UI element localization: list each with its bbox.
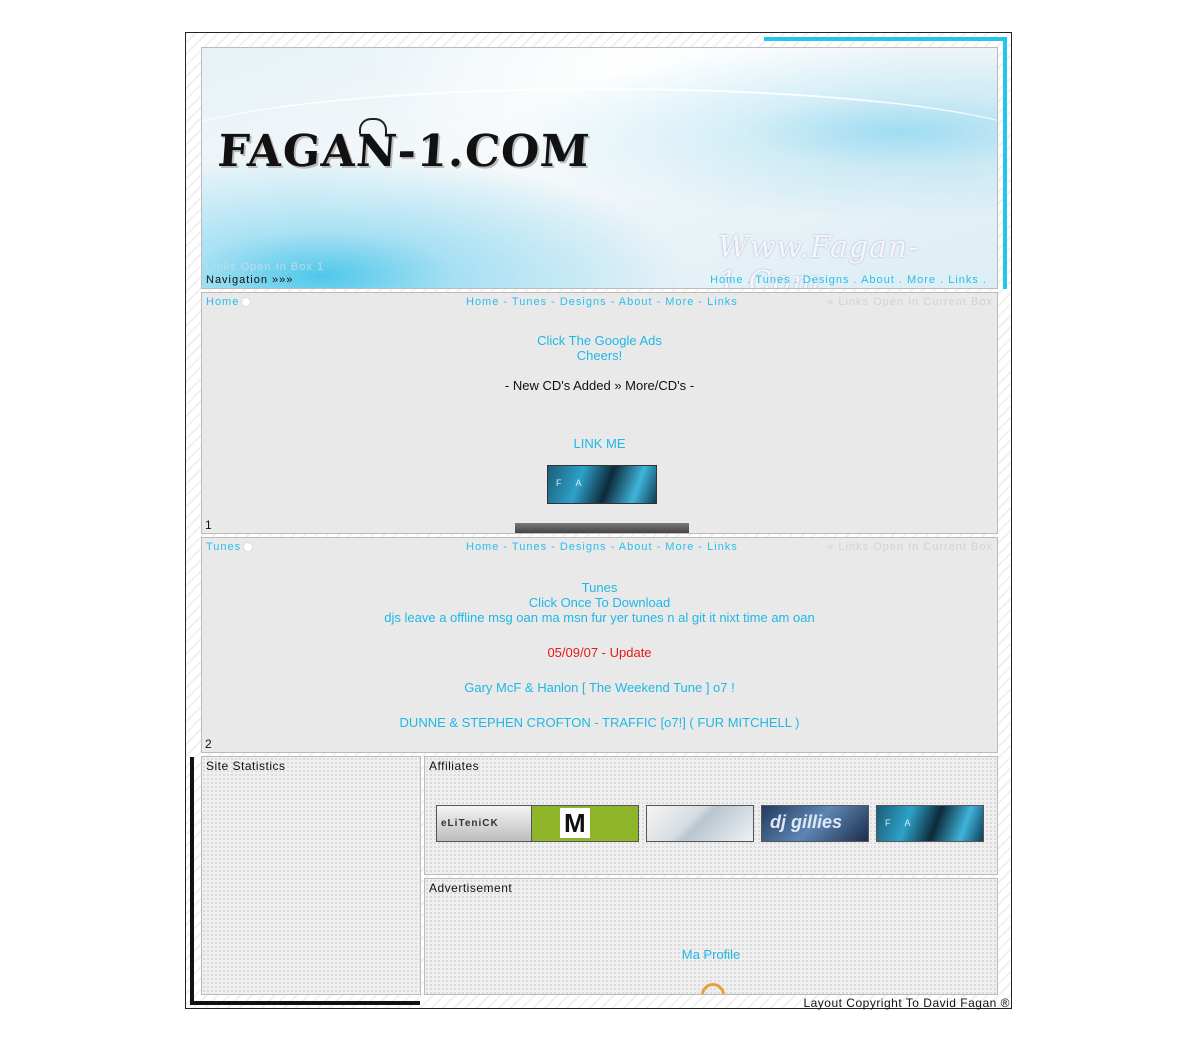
download-instruction: Click Once To Download bbox=[528, 595, 671, 610]
panel-title: Affiliates bbox=[429, 759, 480, 773]
box-hint: « Links Open In Current Box bbox=[827, 296, 993, 308]
panel-title: Advertisement bbox=[429, 881, 513, 895]
loading-arc-icon bbox=[696, 978, 730, 994]
refresh-icon[interactable] bbox=[241, 297, 252, 308]
accent-bar-bottom bbox=[190, 1001, 420, 1005]
update-date: 05/09/07 - Update bbox=[547, 645, 652, 660]
footer-copyright: Layout Copyright To David Fagan ® bbox=[803, 996, 1010, 1010]
google-ads-text[interactable]: Click The Google Ads bbox=[202, 333, 997, 348]
content-box-tunes: Tunes Home - Tunes - Designs - About - M… bbox=[201, 537, 998, 753]
box-title-label: Tunes bbox=[206, 541, 242, 553]
header-faded-text: Links Open In Box 1 bbox=[206, 261, 325, 273]
header-nav-links[interactable]: Home . Tunes . Designs . About . More . … bbox=[710, 274, 987, 286]
navigation-label: Navigation »»» bbox=[206, 274, 294, 286]
link-me-link[interactable]: LINK ME bbox=[202, 436, 997, 451]
box-nav-links[interactable]: Home - Tunes - Designs - About - More - … bbox=[466, 296, 738, 308]
affiliate-button-dj-gillies[interactable]: dj gillies bbox=[761, 805, 869, 842]
partial-ad-image bbox=[515, 523, 689, 533]
affiliate-button-text: M bbox=[560, 808, 590, 838]
affiliate-button-fagan[interactable]: F A bbox=[876, 805, 984, 842]
tune-link[interactable]: Gary McF & Hanlon [ The Weekend Tune ] o… bbox=[202, 680, 997, 695]
banner-text: F A bbox=[556, 478, 588, 488]
affiliate-button-elitenick[interactable]: eLiTeniCK bbox=[436, 805, 544, 842]
box-hint: « Links Open In Current Box bbox=[827, 541, 993, 553]
affiliate-button-blue[interactable] bbox=[646, 805, 754, 842]
site-logo[interactable]: FAGAN-1.COM bbox=[216, 126, 592, 177]
link-me-banner[interactable]: F A bbox=[547, 465, 657, 504]
box-number: 1 bbox=[205, 518, 212, 532]
new-cds-text[interactable]: - New CD's Added » More/CD's - bbox=[202, 378, 997, 393]
refresh-icon[interactable] bbox=[243, 542, 254, 553]
tunes-heading: Tunes bbox=[581, 580, 618, 595]
advertisement-panel: Advertisement Ma Profile bbox=[424, 878, 998, 995]
cheers-text[interactable]: Cheers! bbox=[202, 348, 997, 363]
affiliate-button-text: F A bbox=[885, 818, 917, 828]
accent-bar-right bbox=[1003, 37, 1007, 289]
djs-message: djs leave a offline msg oan ma msn fur y… bbox=[384, 610, 815, 625]
header-banner: FAGAN-1.COM Www.Fagan-1.Com Links Open I… bbox=[201, 47, 998, 289]
accent-bar-top bbox=[764, 37, 1006, 41]
tune-link[interactable]: DUNNE & STEPHEN CROFTON - TRAFFIC [o7!] … bbox=[202, 715, 997, 730]
affiliate-button-m[interactable]: M bbox=[531, 805, 639, 842]
affiliate-button-text: dj gillies bbox=[770, 812, 843, 832]
content-box-home: Home Home - Tunes - Designs - About - Mo… bbox=[201, 292, 998, 534]
profile-link[interactable]: Ma Profile bbox=[425, 947, 997, 962]
accent-bar-left bbox=[190, 757, 194, 1005]
affiliate-button-text: eLiTeniCK bbox=[441, 818, 499, 829]
box-number: 2 bbox=[205, 737, 212, 751]
site-statistics-panel: Site Statistics bbox=[201, 756, 421, 995]
box-nav-links[interactable]: Home - Tunes - Designs - About - More - … bbox=[466, 541, 738, 553]
box-title-home: Home bbox=[206, 296, 252, 308]
affiliates-panel: Affiliates eLiTeniCK M dj gillies F A bbox=[424, 756, 998, 875]
box-title-tunes: Tunes bbox=[206, 541, 254, 553]
panel-title: Site Statistics bbox=[206, 759, 286, 773]
box-title-label: Home bbox=[206, 296, 240, 308]
